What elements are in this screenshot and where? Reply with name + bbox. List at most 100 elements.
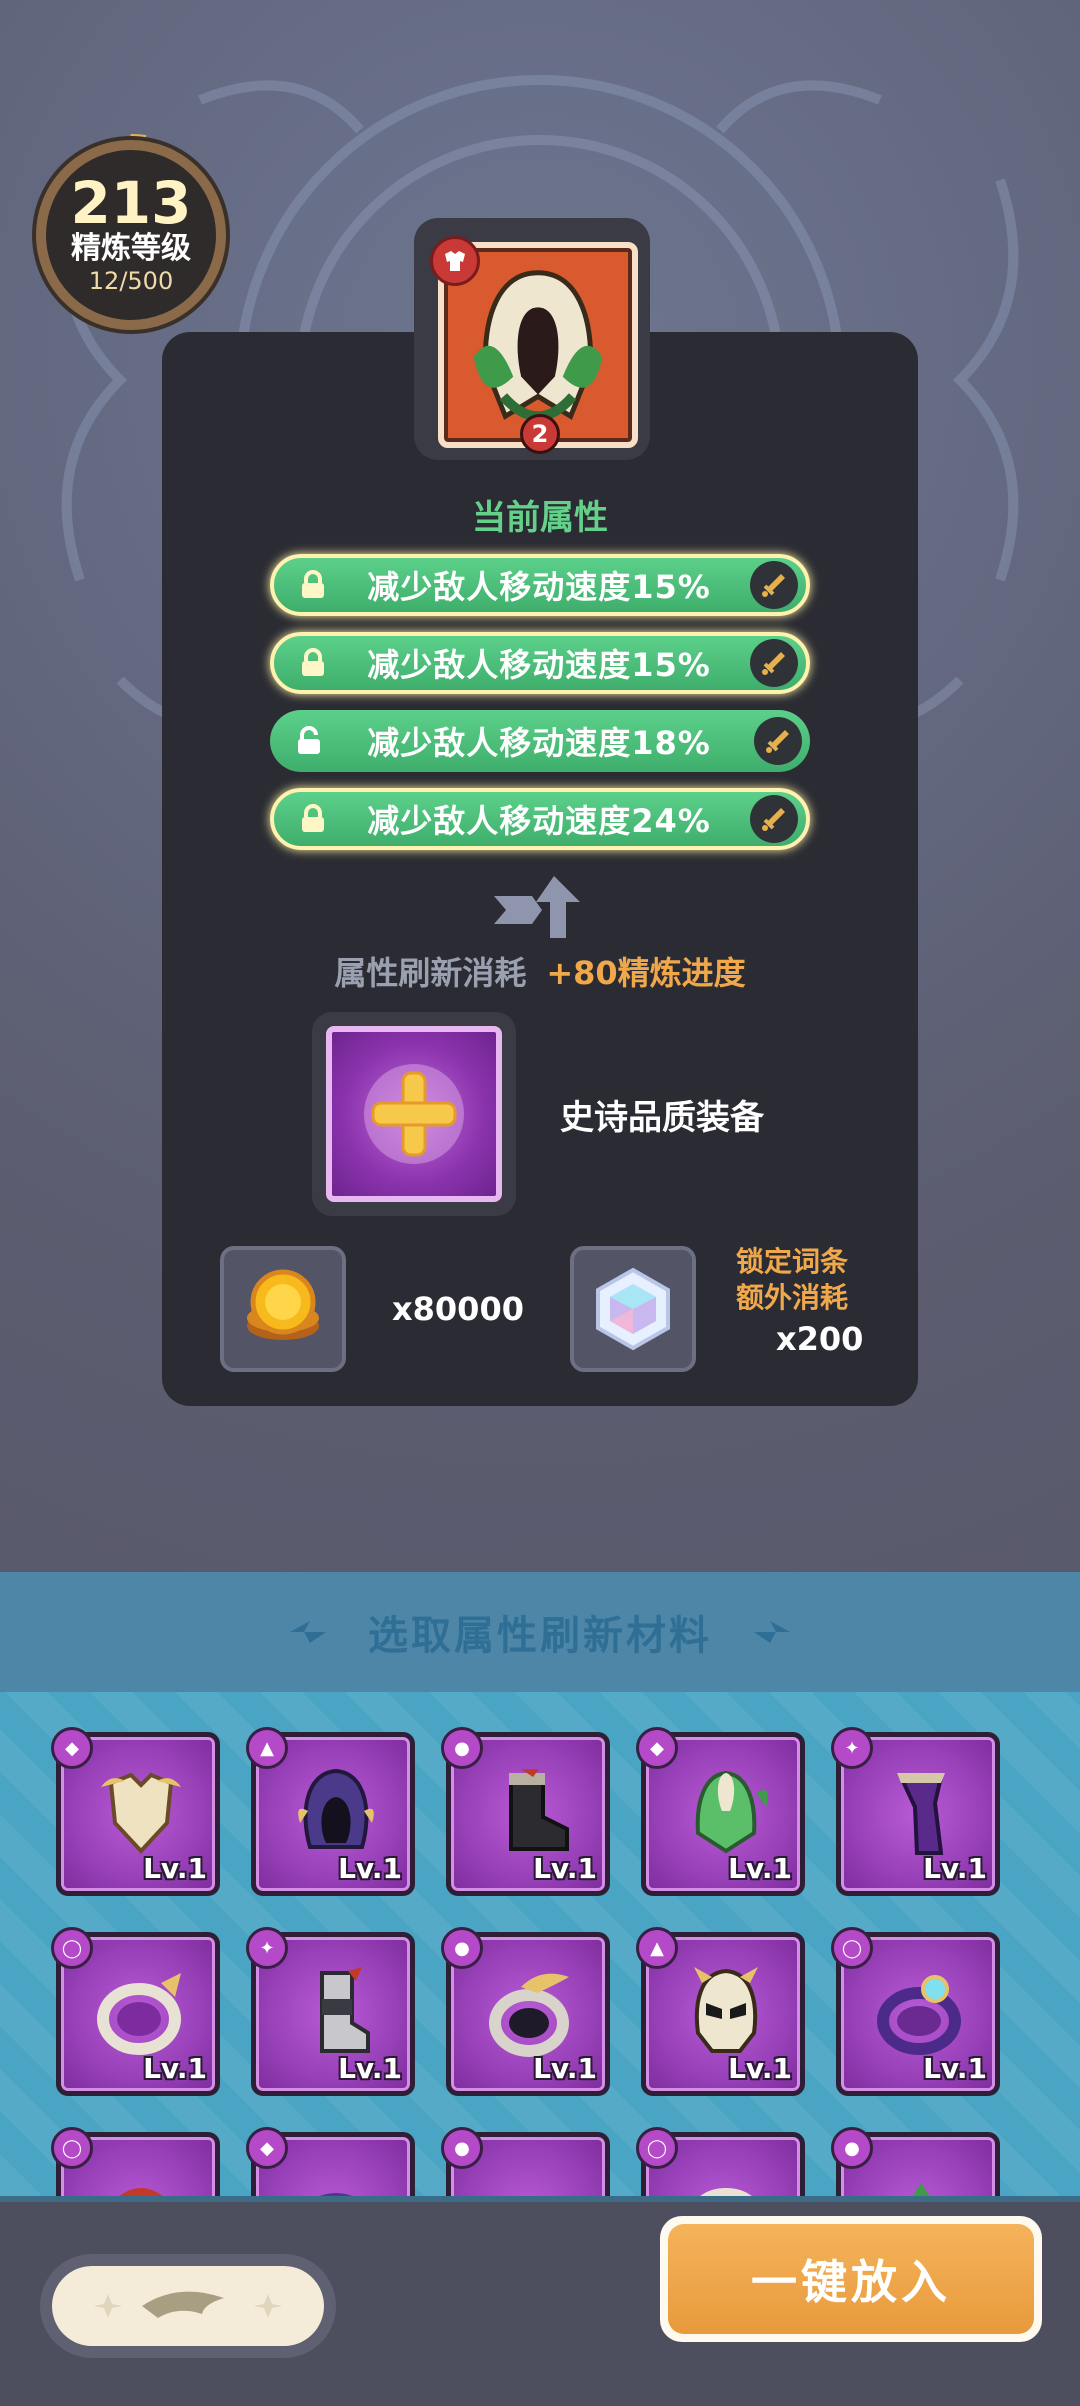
equipped-item-count: 2 — [520, 414, 560, 454]
crystal-cost-box — [570, 1246, 696, 1372]
helmet-type-icon: ▲ — [636, 1927, 678, 1969]
item-level: Lv.1 — [923, 1852, 987, 1885]
lock-closed-icon[interactable] — [298, 646, 328, 680]
armor-type-icon: ◆ — [636, 1727, 678, 1769]
attribute-row-4[interactable]: 减少敌人移动速度24% — [270, 788, 810, 850]
gold-coin-icon — [247, 1269, 319, 1340]
current-attributes-title: 当前属性 — [472, 498, 608, 538]
attribute-row-1[interactable]: 减少敌人移动速度15% — [270, 554, 810, 616]
attribute-row-2[interactable]: 减少敌人移动速度15% — [270, 632, 810, 694]
refine-level-label: 精炼等级 — [71, 231, 191, 266]
wing-right-icon — [754, 1621, 790, 1643]
boots-type-icon: ● — [441, 2127, 483, 2169]
armor-type-icon: ◆ — [246, 2127, 288, 2169]
attribute-text: 减少敌人移动速度15% — [367, 568, 711, 606]
item-level: Lv.1 — [338, 2052, 402, 2085]
helmet-icon — [694, 1967, 758, 2053]
attribute-text: 减少敌人移动速度18% — [367, 724, 711, 762]
refine-level-badge: 213 精炼等级 12/500 — [36, 140, 226, 330]
gold-cost-amount: x80000 — [392, 1290, 524, 1328]
hood-icon — [298, 1768, 374, 1849]
material-tile[interactable]: ◯ — [51, 2127, 220, 2196]
ring-type-icon: ◯ — [636, 2127, 678, 2169]
partial-item-icon — [119, 2188, 163, 2196]
lock-extra-cost-label: 锁定词条 额外消耗 — [736, 1244, 848, 1316]
material-grid: ◆ Lv.1 ▲ Lv.1 ● Lv.1 ◆ Lv.1 ✦ Lv.1 ◯ Lv.… — [0, 1692, 1080, 2196]
lock-closed-icon[interactable] — [298, 802, 328, 836]
item-level: Lv.1 — [728, 1852, 792, 1885]
plus-icon — [364, 1064, 464, 1164]
partial-item-icon — [319, 2193, 353, 2196]
sword-icon — [750, 561, 798, 609]
material-selector-header: 选取属性刷新材料 — [0, 1572, 1080, 1692]
add-material-button[interactable] — [326, 1026, 502, 1202]
partial-item-icon — [481, 2163, 581, 2196]
armor-type-icon — [430, 236, 480, 286]
material-tile[interactable]: ◯ — [636, 2127, 805, 2196]
sword-icon — [754, 717, 802, 765]
filter-button[interactable] — [40, 2254, 336, 2358]
helmet-type-icon: ▲ — [246, 1727, 288, 1769]
refresh-arrows-icon — [494, 876, 580, 938]
attribute-row-3[interactable]: 减少敌人移动速度18% — [270, 710, 810, 772]
item-level: Lv.1 — [143, 2052, 207, 2085]
attribute-text: 减少敌人移动速度15% — [367, 646, 711, 684]
material-tile[interactable]: ● Lv.1 — [441, 1727, 610, 1896]
item-level: Lv.1 — [533, 1852, 597, 1885]
cape-type-icon: ✦ — [831, 1727, 873, 1769]
refresh-cost-line: 属性刷新消耗 +80精炼进度 — [0, 948, 1080, 994]
put-all-label: 一键放入 — [668, 2224, 1034, 2334]
attribute-text: 减少敌人移动速度24% — [367, 802, 711, 840]
gem-ring-icon — [877, 1975, 961, 2055]
partial-item-icon — [700, 2188, 752, 2196]
boots-type-icon: ● — [831, 2127, 873, 2169]
item-level: Lv.1 — [338, 1852, 402, 1885]
material-tile[interactable]: ✦ Lv.1 — [246, 1927, 415, 2096]
material-selector-title: 选取属性刷新材料 — [368, 1613, 712, 1659]
ring-icon — [97, 1973, 181, 2055]
material-tile[interactable]: ● — [441, 2127, 610, 2196]
material-tile[interactable]: ● — [831, 2127, 1000, 2196]
cloak-icon — [695, 1770, 768, 1854]
item-level: Lv.1 — [143, 1852, 207, 1885]
material-tile[interactable]: ◆ Lv.1 — [636, 1727, 805, 1896]
material-tile[interactable]: ● Lv.1 — [441, 1927, 610, 2096]
ring-type-icon: ◯ — [51, 1927, 93, 1969]
gold-cost-box — [220, 1246, 346, 1372]
lock-open-icon[interactable] — [294, 724, 324, 758]
refine-level-progress: 12/500 — [88, 267, 174, 295]
crystal-gem-icon — [596, 1267, 670, 1351]
greave-icon — [320, 1967, 370, 2053]
material-tile[interactable]: ▲ Lv.1 — [636, 1927, 805, 2096]
material-tile[interactable]: ◆ Lv.1 — [51, 1727, 220, 1896]
sword-icon — [750, 795, 798, 843]
put-all-button[interactable]: 一键放入 — [660, 2216, 1042, 2342]
partial-item-icon — [912, 2183, 930, 2196]
boots-type-icon: ● — [441, 1927, 483, 1969]
sword-icon — [750, 639, 798, 687]
lock-cost-line1: 锁定词条 — [736, 1245, 849, 1278]
chestplate-icon — [101, 1772, 181, 1854]
ring-type-icon: ◯ — [51, 2127, 93, 2169]
refresh-bonus: +80精炼进度 — [546, 954, 746, 992]
item-level: Lv.1 — [923, 2052, 987, 2085]
refresh-cost-label: 属性刷新消耗 — [334, 954, 527, 992]
winged-ring-icon — [489, 1973, 569, 2057]
cape-type-icon: ✦ — [246, 1927, 288, 1969]
wing-left-icon — [290, 1621, 326, 1643]
ring-type-icon: ◯ — [831, 1927, 873, 1969]
boots-type-icon: ● — [441, 1727, 483, 1769]
lock-closed-icon[interactable] — [298, 568, 328, 602]
material-tile[interactable]: ✦ Lv.1 — [831, 1727, 1000, 1896]
lock-cost-line2: 额外消耗 — [736, 1281, 849, 1314]
material-tile[interactable]: ◆ — [246, 2127, 415, 2196]
material-tile[interactable]: ▲ Lv.1 — [246, 1727, 415, 1896]
refine-level-value: 213 — [70, 169, 192, 237]
material-tile[interactable]: ◯ Lv.1 — [51, 1927, 220, 2096]
filter-icon — [94, 2291, 282, 2318]
armor-type-icon: ◆ — [51, 1727, 93, 1769]
lock-extra-cost-amount: x200 — [776, 1320, 864, 1358]
item-level: Lv.1 — [533, 2052, 597, 2085]
epic-quality-label: 史诗品质装备 — [560, 1098, 764, 1138]
material-tile[interactable]: ◯ Lv.1 — [831, 1927, 1000, 2096]
